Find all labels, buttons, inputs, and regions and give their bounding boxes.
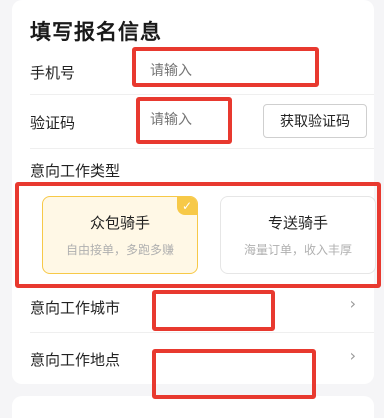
city-label: 意向工作城市 — [30, 299, 121, 317]
get-code-button[interactable]: 获取验证码 — [263, 104, 367, 138]
signup-page: 填写报名信息 手机号 验证码 获取验证码 意向工作类型 众包骑手 自由接单，多跑… — [0, 0, 384, 418]
chevron-right-icon: › — [349, 346, 356, 365]
divider — [30, 94, 374, 95]
code-label: 验证码 — [30, 114, 76, 132]
form-title: 填写报名信息 — [30, 20, 162, 44]
chevron-right-icon: › — [349, 294, 356, 313]
highlight-box-job-type — [15, 182, 381, 288]
highlight-box-location — [152, 349, 316, 399]
job-type-label: 意向工作类型 — [30, 162, 121, 180]
phone-label: 手机号 — [30, 64, 76, 82]
next-card — [12, 396, 374, 418]
divider — [30, 148, 374, 149]
highlight-box-city — [152, 290, 275, 331]
highlight-box-phone — [132, 47, 319, 87]
highlight-box-code — [136, 97, 232, 144]
divider — [30, 332, 374, 333]
location-label: 意向工作地点 — [30, 351, 121, 369]
